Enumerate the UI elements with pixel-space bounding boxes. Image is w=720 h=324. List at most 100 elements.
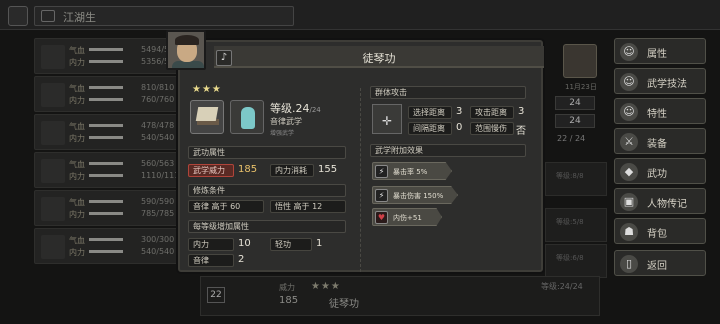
- range-value: 3: [456, 106, 463, 117]
- skill-book-icon: [190, 100, 224, 134]
- menu-label: 背包: [647, 229, 667, 240]
- power-label: 武学威力: [188, 164, 234, 177]
- inc-value: 1: [316, 238, 323, 249]
- skill-slot[interactable]: 等级:6/8: [545, 244, 607, 278]
- hp-value: 478/478: [141, 121, 175, 130]
- hp-value: 810/810: [141, 83, 175, 92]
- mp-label: 内力: [69, 58, 85, 67]
- team-tab[interactable]: 江湖生: [34, 6, 294, 26]
- mp-bar: [89, 60, 123, 63]
- hp-label: 气血: [69, 198, 85, 207]
- skill-genre-sub: 增强武学: [270, 130, 295, 137]
- hp-bar: [89, 238, 123, 241]
- slot-number: 22: [207, 287, 225, 303]
- hp-value: 560/563: [141, 159, 175, 168]
- mp-label: 内力: [69, 172, 85, 181]
- top-bar: 江湖生: [0, 0, 720, 30]
- hp-label: 气血: [69, 46, 85, 55]
- skill-list-entry[interactable]: 22 威力 185 ★★★ 徒琴功 等级:24/24: [200, 276, 600, 316]
- mp-label: 内力: [69, 96, 85, 105]
- team-icon: [41, 10, 55, 22]
- effect-text: 内伤+51: [393, 214, 422, 222]
- count-box: 24: [555, 114, 595, 128]
- team-tab-label: 江湖生: [63, 11, 96, 24]
- guqin-icon: ♪: [216, 50, 232, 66]
- requirement-2: 悟性 高于 12: [270, 200, 346, 213]
- group-section-header: 群体攻击: [370, 86, 526, 99]
- menu-biography[interactable]: ▣ 人物传记: [614, 188, 706, 214]
- skill-list-column: 11月23日 24 24 22 / 24: [545, 40, 607, 150]
- range-value: 0: [456, 122, 463, 133]
- skill-level: 等级:24/24: [541, 282, 583, 291]
- mp-cost-value: 155: [318, 164, 338, 175]
- hp-bar: [89, 86, 123, 89]
- hp-label: 气血: [69, 160, 85, 169]
- skill-slot[interactable]: 等级:8/8: [545, 162, 607, 196]
- menu-return[interactable]: ▯ 返回: [614, 250, 706, 276]
- mp-bar: [89, 250, 123, 253]
- menu-label: 武功: [647, 169, 667, 180]
- slot-level: 等级:8/8: [556, 172, 584, 180]
- mp-value: 785/785: [141, 209, 175, 218]
- broken-heart-icon: ♥: [375, 211, 388, 224]
- back-button[interactable]: [8, 6, 28, 26]
- range-label: 间隔距离: [408, 122, 452, 135]
- avatar: [41, 159, 65, 183]
- avatar: [41, 197, 65, 221]
- roster-row[interactable]: 气血 810/810 内力 760/760: [34, 76, 184, 112]
- hp-label: 气血: [69, 122, 85, 131]
- menu-traits[interactable]: ☺ 特性: [614, 98, 706, 124]
- requirement-1: 音律 高于 60: [188, 200, 264, 213]
- mp-bar: [89, 174, 123, 177]
- roster-row[interactable]: 气血 5494/549 内力 5356/535: [34, 38, 184, 74]
- roster-row[interactable]: 气血 300/300 内力 540/540: [34, 228, 184, 264]
- hp-label: 气血: [69, 236, 85, 245]
- range-value: 3: [518, 106, 525, 117]
- area-pattern-icon: ✛: [372, 104, 402, 134]
- slot-level: 等级:6/8: [556, 254, 584, 262]
- game-screen: 江湖生 气血 5494/549 内力 5356/535 气血 810/810 内力 76…: [0, 0, 720, 324]
- door-icon: ▯: [620, 255, 638, 273]
- effect-text: 暴击伤害 150%: [393, 192, 444, 200]
- book-icon[interactable]: [563, 44, 597, 78]
- skill-level: 等级.24/24: [270, 100, 321, 116]
- menu-martial-skills[interactable]: ☺ 武学技法: [614, 68, 706, 94]
- power-value: 185: [238, 164, 258, 175]
- menu-label: 武学技法: [647, 79, 687, 90]
- person-icon: ☺: [620, 43, 638, 61]
- range-value: 否: [516, 126, 526, 137]
- panel-header: 徒琴功: [214, 46, 544, 68]
- skill-slot[interactable]: 等级:5/8: [545, 208, 607, 242]
- mp-value: 540/540: [141, 133, 175, 142]
- level-max: /24: [309, 106, 321, 114]
- power-label: 威力: [279, 283, 295, 292]
- inc-value: 10: [238, 238, 251, 249]
- roster-row[interactable]: 气血 478/478 内力 540/540: [34, 114, 184, 150]
- mp-label: 内力: [69, 134, 85, 143]
- increase-section-header: 每等级增加属性: [188, 220, 346, 233]
- menu-attributes[interactable]: ☺ 属性: [614, 38, 706, 64]
- inc-label: 音律: [188, 254, 234, 267]
- book-icon: ◆: [620, 163, 638, 181]
- hp-bar: [89, 200, 123, 203]
- roster-row[interactable]: 气血 560/563 内力 1110/1110: [34, 152, 184, 188]
- effect-item: ⚡ 暴击率 5%: [372, 162, 452, 180]
- menu-backpack[interactable]: ☗ 背包: [614, 218, 706, 244]
- lightning-icon: ⚡: [375, 189, 388, 202]
- menu-label: 人物传记: [647, 199, 687, 210]
- hp-value: 300/300: [141, 235, 175, 244]
- menu-kungfu[interactable]: ◆ 武功: [614, 158, 706, 184]
- star-rating: ★★★: [311, 281, 341, 292]
- mp-value: 760/760: [141, 95, 175, 104]
- menu-label: 属性: [647, 49, 667, 60]
- menu-equipment[interactable]: ⚔ 装备: [614, 128, 706, 154]
- hp-label: 气血: [69, 84, 85, 93]
- roster-row[interactable]: 气血 590/590 内力 785/785: [34, 190, 184, 226]
- lightning-icon: ⚡: [375, 165, 388, 178]
- train-section-header: 修炼条件: [188, 184, 346, 197]
- hp-bar: [89, 162, 123, 165]
- sword-icon: ⚔: [620, 133, 638, 151]
- hp-bar: [89, 48, 123, 51]
- star-rating: ★★★: [192, 84, 222, 95]
- avatar: [41, 121, 65, 145]
